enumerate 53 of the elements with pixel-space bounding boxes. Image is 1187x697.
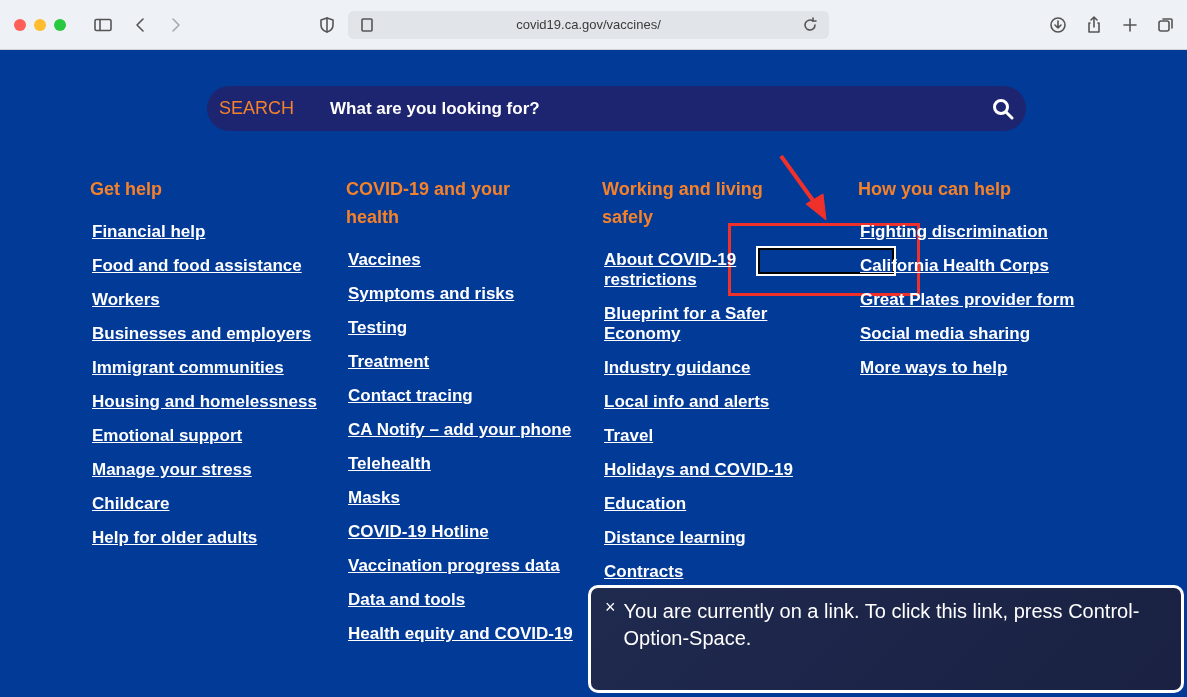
search-label: SEARCH xyxy=(219,98,295,119)
nav-link[interactable]: Education xyxy=(604,494,809,514)
page-icon[interactable] xyxy=(358,15,376,34)
share-icon[interactable] xyxy=(1085,15,1103,34)
close-window-button[interactable] xyxy=(14,18,26,31)
nav-link[interactable]: Financial help xyxy=(92,222,317,242)
column-heading: Working and living safely xyxy=(602,178,764,229)
tabs-icon[interactable] xyxy=(1157,15,1175,34)
column-heading: Get help xyxy=(90,178,162,201)
nav-link[interactable]: Childcare xyxy=(92,494,317,514)
nav-link[interactable]: Immigrant communities xyxy=(92,358,317,378)
nav-link[interactable]: Vaccination progress data xyxy=(348,556,573,576)
nav-link[interactable]: Symptoms and risks xyxy=(348,284,573,304)
nav-link[interactable]: Distance learning xyxy=(604,528,809,548)
search-bar[interactable]: SEARCH What are you looking for? xyxy=(207,86,1026,131)
nav-link[interactable]: Masks xyxy=(348,488,573,508)
nav-link[interactable]: Health equity and COVID-19 xyxy=(348,624,573,644)
nav-link[interactable]: Workers xyxy=(92,290,317,310)
download-icon[interactable] xyxy=(1049,15,1067,34)
nav-link[interactable]: Businesses and employers xyxy=(92,324,317,344)
nav-link[interactable]: Great Plates provider form xyxy=(860,290,1075,310)
close-button[interactable]: × xyxy=(605,598,616,616)
nav-link[interactable]: More ways to help xyxy=(860,358,1075,378)
search-icon[interactable] xyxy=(992,97,1014,120)
nav-link[interactable]: Help for older adults xyxy=(92,528,317,548)
column-heading: How you can help xyxy=(858,178,1012,201)
nav-link[interactable]: Contracts xyxy=(604,562,809,582)
nav-link[interactable]: Testing xyxy=(348,318,573,338)
nav-link[interactable]: Housing and homelessness xyxy=(92,392,317,412)
nav-link[interactable]: Contact tracing xyxy=(348,386,573,406)
reload-icon[interactable] xyxy=(801,15,819,34)
nav-link[interactable]: Manage your stress xyxy=(92,460,317,480)
nav-link[interactable]: Industry guidance xyxy=(604,358,809,378)
nav-link[interactable]: COVID-19 Hotline xyxy=(348,522,573,542)
nav-link[interactable]: Social media sharing xyxy=(860,324,1075,344)
nav-link[interactable]: Vaccines xyxy=(348,250,573,270)
shield-icon[interactable] xyxy=(318,15,336,34)
nav-link[interactable]: Emotional support xyxy=(92,426,317,446)
nav-link[interactable]: Local info and alerts xyxy=(604,392,809,412)
nav-link[interactable]: Treatment xyxy=(348,352,573,372)
search-field[interactable]: What are you looking for? xyxy=(328,97,992,120)
column-heading: COVID-19 and your health xyxy=(346,178,512,229)
nav-link[interactable]: Telehealth xyxy=(348,454,573,474)
nav-link[interactable]: Holidays and COVID-19 xyxy=(604,460,809,480)
nav-link[interactable]: Blueprint for a Safer Economy xyxy=(604,304,809,344)
url-text: covid19.ca.gov/vaccines/ xyxy=(515,17,662,32)
nav-link[interactable]: Food and food assistance xyxy=(92,256,317,276)
nav-link[interactable]: Travel xyxy=(604,426,809,446)
nav-link[interactable]: Data and tools xyxy=(348,590,573,610)
address-bar[interactable]: covid19.ca.gov/vaccines/ xyxy=(348,10,829,39)
caption-text: You are currently on a link. To click this link, press Control-Option-Space. xyxy=(623,599,1141,651)
nav-link[interactable]: CA Notify – add your phone xyxy=(348,420,573,440)
plus-icon[interactable] xyxy=(1121,15,1139,34)
